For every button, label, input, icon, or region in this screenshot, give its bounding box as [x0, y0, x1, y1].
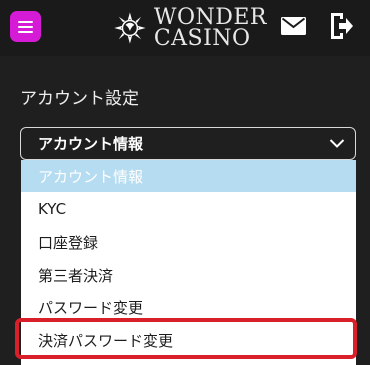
page-title: アカウント設定 — [20, 89, 139, 109]
brand-line1: WONDER — [153, 5, 267, 30]
option-account-info[interactable]: アカウント情報 — [21, 160, 356, 192]
brand-wordmark: WONDER CASINO — [153, 5, 267, 51]
mail-icon[interactable] — [281, 17, 306, 35]
top-header: WONDER CASINO — [0, 0, 370, 56]
logout-icon[interactable] — [329, 11, 354, 41]
option-label: アカウント情報 — [38, 167, 144, 186]
option-kyc[interactable]: KYC — [21, 193, 356, 225]
highlight-annotation — [15, 318, 357, 359]
chevron-down-icon — [329, 139, 345, 148]
brand-line2: CASINO — [153, 26, 251, 51]
option-label: 第三者決済 — [38, 266, 114, 285]
account-select-value: アカウント情報 — [38, 135, 144, 153]
option-label: パスワード変更 — [38, 298, 144, 317]
account-select[interactable]: アカウント情報 — [20, 127, 356, 160]
menu-icon — [18, 20, 33, 33]
menu-button[interactable] — [10, 11, 41, 42]
brand-logo[interactable]: WONDER CASINO — [112, 3, 267, 53]
option-label: KYC — [38, 200, 67, 218]
option-label: 口座登録 — [38, 233, 99, 252]
option-third-party-payment[interactable]: 第三者決済 — [21, 259, 356, 291]
logo-icon — [114, 12, 146, 44]
option-bank-registration[interactable]: 口座登録 — [21, 226, 356, 258]
